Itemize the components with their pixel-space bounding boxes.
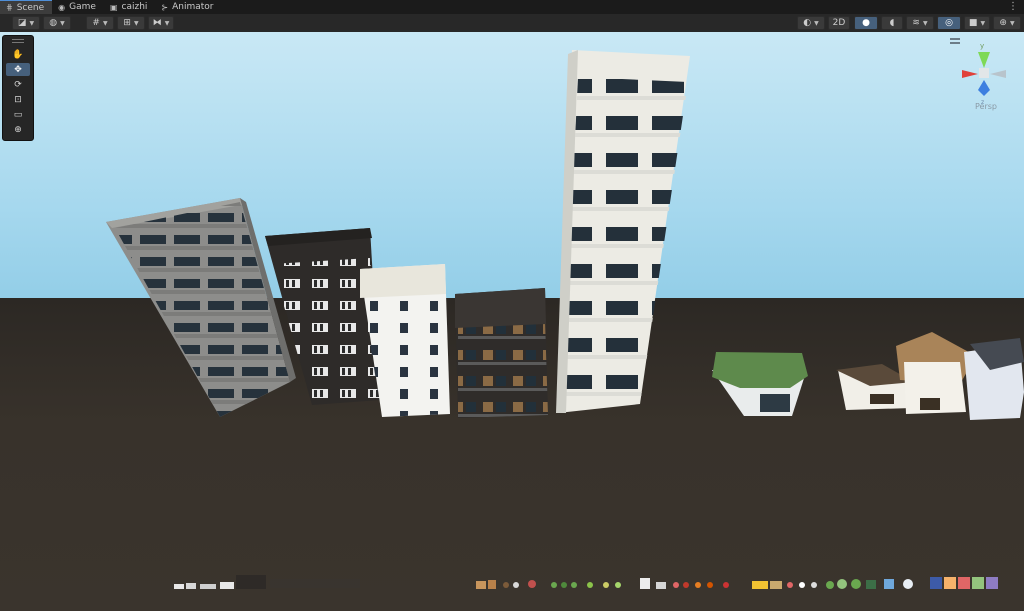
tab-animator[interactable]: ⊱ Animator	[155, 0, 221, 14]
snap-icon: ⊞	[123, 18, 131, 28]
hand-tool-icon[interactable]: ✋	[6, 48, 30, 61]
scene-visibility-toggle[interactable]: ◎	[937, 16, 961, 30]
camera-icon: ■	[968, 18, 978, 28]
chevron-down-icon: ▼	[922, 19, 928, 27]
shading-sphere-icon: ◐	[803, 18, 812, 28]
audio-toggle-button[interactable]: ◖	[881, 16, 903, 30]
camera-dropdown[interactable]: ■ ▼	[964, 16, 990, 30]
effects-dropdown[interactable]: ≋ ▼	[906, 16, 934, 30]
audio-icon: ◖	[889, 18, 895, 28]
chevron-down-icon: ▼	[133, 19, 139, 27]
scene-toolbar: ◪ ▼ ◍ ▼ # ▼ ⊞ ▼ ⧓ ▼ ◐ ▼ 2D ● ◖ ≋ ▼ ◎ ■ ▼ ⊕ ▼	[0, 14, 1024, 33]
panel-grip-handle[interactable]	[12, 39, 24, 43]
tab-bar: ⋕ Scene ◉ Game ▣ caizhi ⊱ Animator ⋮	[0, 0, 1024, 14]
increment-snap-dropdown[interactable]: ⊞ ▼	[117, 16, 145, 30]
render-mode-dropdown[interactable]: ⧓ ▼	[148, 16, 174, 30]
toggle-2d-button[interactable]: 2D	[828, 16, 850, 30]
lighting-toggle-button[interactable]: ●	[854, 16, 878, 30]
chevron-down-icon: ▼	[1009, 19, 1015, 27]
tab-caizhi[interactable]: ▣ caizhi	[104, 0, 155, 14]
gizmo-neg-x-axis-icon	[990, 70, 1006, 78]
transform-tool-icon[interactable]: ⊕	[6, 123, 30, 136]
rect-tool-icon[interactable]: ▭	[6, 108, 30, 121]
gray-apartment-building	[106, 198, 296, 417]
tab-scene-label: Scene	[16, 2, 45, 13]
tab-animator-label: Animator	[172, 2, 214, 12]
transform-tools-panel: ✋ ✥ ⟳ ⊡ ▭ ⊕	[2, 35, 34, 141]
chevron-down-icon: ▼	[164, 19, 170, 27]
tab-scene[interactable]: ⋕ Scene	[0, 0, 53, 14]
gizmos-icon: ⊕	[999, 18, 1007, 28]
gizmo-center-icon	[979, 68, 989, 78]
tab-game[interactable]: ◉ Game	[52, 0, 104, 14]
gizmo-z-axis-icon	[978, 80, 990, 96]
draw-mode-icon: ◪	[17, 18, 27, 28]
animator-icon: ⊱	[161, 2, 169, 12]
tab-caizhi-label: caizhi	[121, 2, 148, 12]
draw-mode-dropdown[interactable]: ◪ ▼	[12, 16, 40, 30]
residential-houses	[836, 332, 1024, 420]
tab-game-label: Game	[69, 2, 96, 12]
more-options-icon[interactable]: ⋮	[1008, 1, 1018, 12]
chevron-down-icon: ▼	[102, 19, 108, 27]
grid-snap-dropdown[interactable]: # ▼	[86, 16, 114, 30]
gamepad-icon: ◉	[58, 2, 66, 12]
effects-icon: ≋	[912, 18, 920, 28]
projection-label[interactable]: Persp	[975, 102, 997, 111]
grid-icon: #	[92, 18, 100, 28]
gizmo-x-axis-icon	[962, 70, 978, 78]
gizmo-global-dropdown[interactable]: ◍ ▼	[43, 16, 71, 30]
chevron-down-icon: ▼	[60, 19, 65, 27]
chevron-down-icon: ▼	[980, 19, 986, 27]
chevron-down-icon: ▼	[814, 19, 819, 27]
package-icon: ▣	[109, 2, 118, 12]
green-roof-building	[712, 352, 808, 416]
gizmo-y-axis-icon	[978, 52, 990, 68]
shading-mode-dropdown[interactable]: ◐ ▼	[797, 16, 825, 30]
visibility-icon: ◎	[945, 18, 953, 28]
move-tool-icon[interactable]: ✥	[6, 63, 30, 76]
scene-viewport[interactable]: ✋ ✥ ⟳ ⊡ ▭ ⊕ y z Persp	[0, 32, 1024, 611]
tall-tower-building	[556, 50, 690, 413]
gizmo-y-label: y	[980, 42, 984, 50]
rotate-tool-icon[interactable]: ⟳	[6, 78, 30, 91]
props-row	[174, 575, 998, 589]
gizmos-dropdown[interactable]: ⊕ ▼	[993, 16, 1021, 30]
grid-icon: ⋕	[6, 3, 13, 12]
globe-icon: ◍	[49, 18, 58, 28]
scale-tool-icon[interactable]: ⊡	[6, 93, 30, 106]
scene-objects	[106, 50, 1024, 420]
chevron-down-icon: ▼	[29, 19, 35, 27]
render-mode-icon: ⧓	[152, 18, 162, 28]
lightbulb-icon: ●	[862, 18, 870, 28]
brown-apartment-building	[455, 288, 548, 418]
